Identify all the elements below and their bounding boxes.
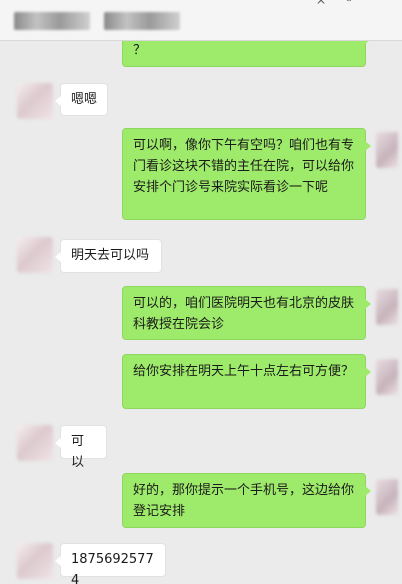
message-bubble-outgoing[interactable]: 给你安排在明天上午十点左右可方便？ <box>122 354 371 409</box>
message-text: 可以的，咱们医院明天也有北京的皮肤科教授在院会诊 <box>133 296 355 332</box>
message-bubble-outgoing[interactable]: 可以啊，像你下午有空吗？咱们也有专门看诊这块不错的主任在院，可以给你安排个门诊号… <box>122 128 371 220</box>
contact-subtitle-blurred <box>104 12 180 30</box>
menu-icon[interactable]: ¨ <box>346 0 352 11</box>
message-bubble-outgoing[interactable]: 可以的，咱们医院明天也有北京的皮肤科教授在院会诊 <box>122 286 371 340</box>
message-text: 18756925774 <box>71 552 154 584</box>
my-avatar[interactable] <box>376 479 398 515</box>
my-avatar[interactable] <box>376 289 398 325</box>
chat-header: ^ ¨ <box>0 0 402 41</box>
message-text: ？ <box>133 43 147 58</box>
message-text: 好的，那你提示一个手机号，这边给你登记安排 <box>133 483 355 519</box>
message-bubble-incoming[interactable]: 可以 <box>55 425 107 470</box>
message-bubble-incoming[interactable]: 明天去可以吗 <box>55 239 162 273</box>
contact-avatar[interactable] <box>17 83 53 119</box>
message-bubble-incoming[interactable]: 嗯嗯 <box>55 83 108 116</box>
message-bubble-incoming[interactable]: 18756925774 <box>55 543 166 584</box>
my-avatar[interactable] <box>376 132 398 168</box>
contact-name-blurred <box>14 12 90 30</box>
contact-avatar[interactable] <box>17 543 53 579</box>
message-list[interactable]: ？ 嗯嗯 可以啊，像你下午有空吗？咱们也有专门看诊这块不错的主任在院，可以给你安… <box>0 41 402 584</box>
my-avatar[interactable] <box>376 359 398 395</box>
message-text: 给你安排在明天上午十点左右可方便？ <box>133 364 355 379</box>
message-text: 嗯嗯 <box>71 92 98 107</box>
more-icon[interactable]: ^ <box>316 0 326 11</box>
message-text: 明天去可以吗 <box>71 248 150 263</box>
contact-avatar[interactable] <box>17 237 53 273</box>
message-text: 可以 <box>71 434 85 470</box>
message-text: 可以啊，像你下午有空吗？咱们也有专门看诊这块不错的主任在院，可以给你安排个门诊号… <box>133 138 355 195</box>
message-bubble-outgoing[interactable]: 好的，那你提示一个手机号，这边给你登记安排 <box>122 473 371 528</box>
message-bubble-outgoing[interactable]: ？ <box>122 41 371 67</box>
contact-avatar[interactable] <box>17 425 53 461</box>
